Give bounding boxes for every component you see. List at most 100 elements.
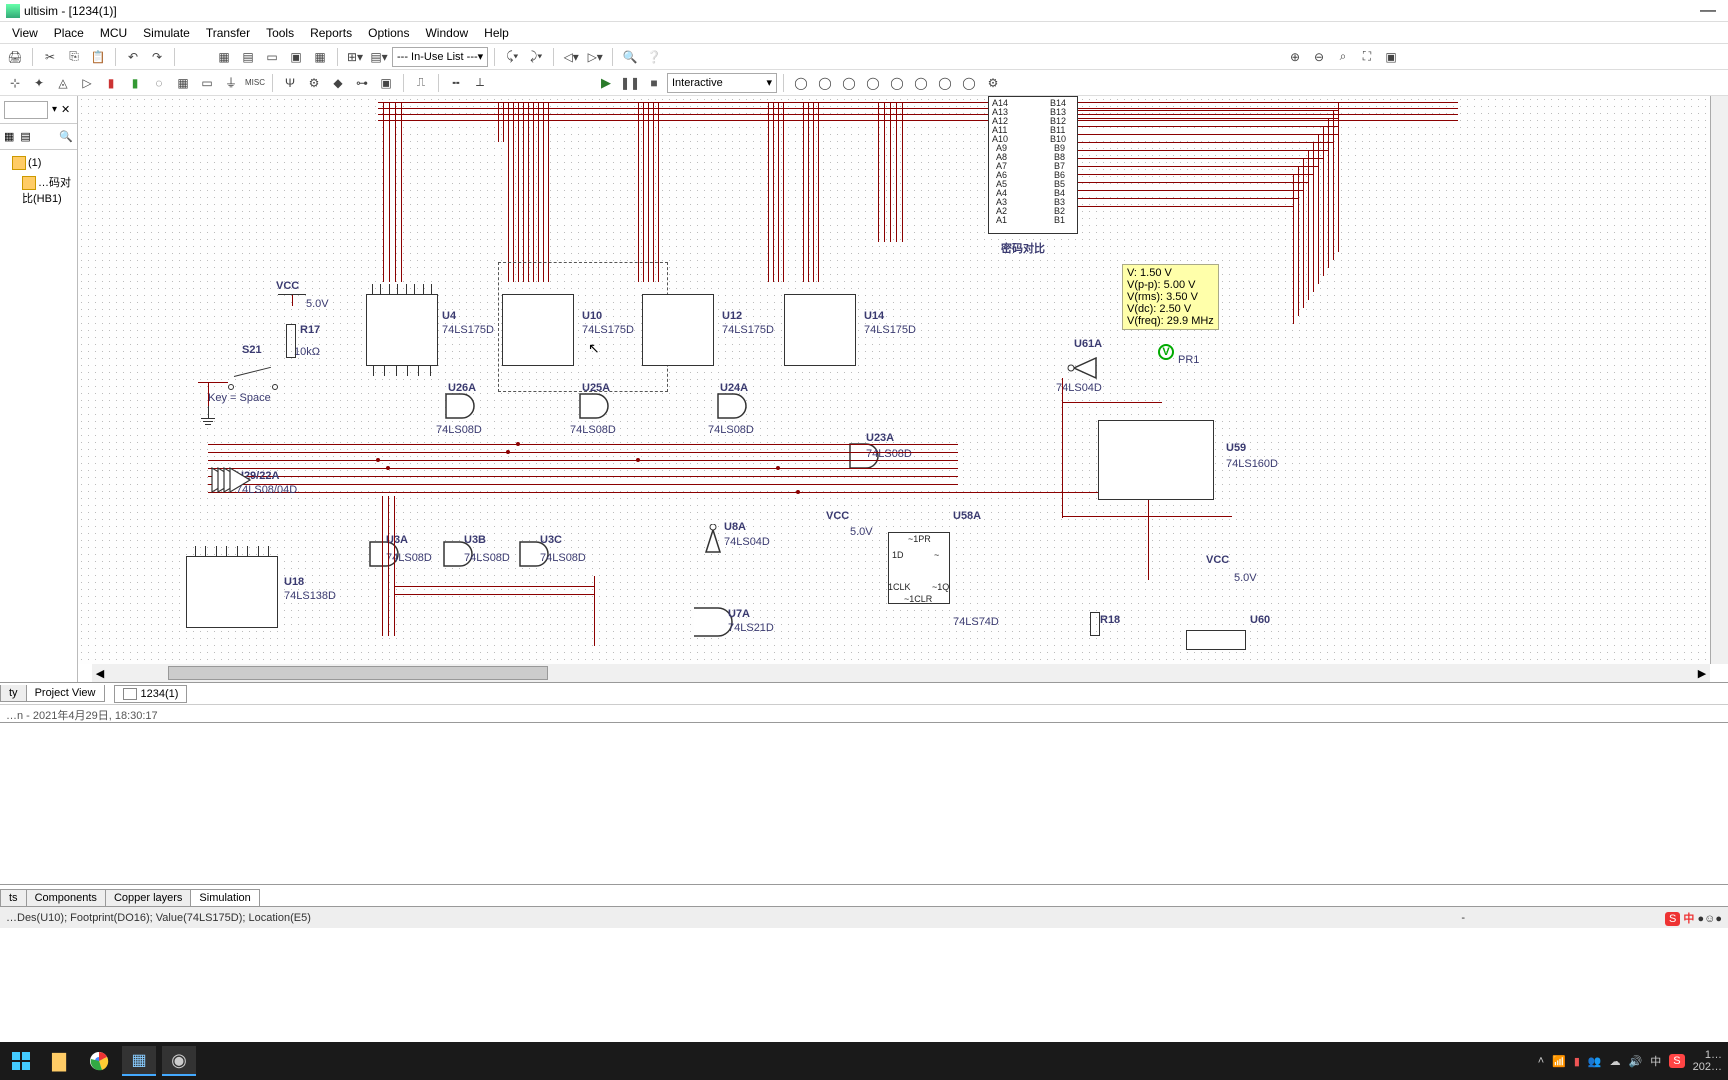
sidebar-combo[interactable] <box>4 101 48 119</box>
place-rf-icon[interactable]: Ψ <box>279 72 301 94</box>
windows-taskbar[interactable]: ▇ ▦ ◉ ˄ 📶 ▮ 👥 ☁ 🔊 中 S 1… 202… <box>0 1042 1728 1080</box>
zoom-out-icon[interactable]: ⊖ <box>1308 46 1330 68</box>
place-misc-icon[interactable]: ◌ <box>148 72 170 94</box>
db-icon[interactable]: ▦ <box>309 46 331 68</box>
place-bus-icon[interactable]: ╍ <box>445 72 467 94</box>
goto-prev-icon[interactable]: ◁▾ <box>560 46 582 68</box>
place-mixed-icon[interactable]: ▦ <box>172 72 194 94</box>
chip-u12[interactable] <box>642 294 714 366</box>
chip-u10[interactable] <box>502 294 574 366</box>
place-pwr-icon[interactable]: ⏚ <box>220 72 242 94</box>
menu-reports[interactable]: Reports <box>302 24 360 42</box>
gate-u24a[interactable] <box>716 392 756 423</box>
place-hierarchy-icon[interactable]: ⎍ <box>410 72 432 94</box>
zoom-area-icon[interactable]: ⌕ <box>1332 46 1354 68</box>
taskbar-chrome[interactable] <box>82 1046 116 1076</box>
ss-tab-d[interactable]: Simulation <box>190 889 259 906</box>
spreadsheet-view[interactable] <box>0 722 1728 884</box>
analysis-2-icon[interactable]: ◯ <box>814 72 836 94</box>
tree-child[interactable]: …码对比(HB1) <box>4 172 73 208</box>
horizontal-scrollbar[interactable]: ◀ ▶ <box>92 664 1710 682</box>
place-mcu-icon[interactable]: ▣ <box>375 72 397 94</box>
tray-rec-icon[interactable]: ▮ <box>1574 1055 1580 1068</box>
analysis-1-icon[interactable]: ◯ <box>790 72 812 94</box>
place-diode-icon[interactable]: ✦ <box>28 72 50 94</box>
analysis-3-icon[interactable]: ◯ <box>838 72 860 94</box>
analysis-8-icon[interactable]: ◯ <box>958 72 980 94</box>
tool-b-icon[interactable]: ⤸▾ <box>525 46 547 68</box>
analysis-5-icon[interactable]: ◯ <box>886 72 908 94</box>
border-icon[interactable]: ▭ <box>261 46 283 68</box>
zoom-in-icon[interactable]: ⊕ <box>1284 46 1306 68</box>
tray-vol-icon[interactable]: 🔊 <box>1629 1055 1643 1068</box>
goto-next-icon[interactable]: ▷▾ <box>584 46 606 68</box>
tray-sogou-icon[interactable]: S <box>1669 1054 1684 1068</box>
help-icon[interactable]: ❔ <box>643 46 665 68</box>
tray-net-icon[interactable]: 📶 <box>1552 1055 1566 1068</box>
analysis-6-icon[interactable]: ◯ <box>910 72 932 94</box>
ime-bar[interactable]: S 中 ●☺● <box>1665 910 1722 926</box>
analysis-4-icon[interactable]: ◯ <box>862 72 884 94</box>
minimize-button[interactable]: ― <box>1694 2 1722 20</box>
place-basic-icon[interactable]: ⊹ <box>4 72 26 94</box>
gate-u8a[interactable] <box>692 524 726 557</box>
ss-tab-a[interactable]: ts <box>0 889 27 906</box>
gate-u61a[interactable] <box>1066 356 1100 383</box>
taskbar-fileexplorer[interactable]: ▇ <box>42 1046 76 1076</box>
add-sheet-icon[interactable]: ⊞▾ <box>344 46 366 68</box>
menu-mcu[interactable]: MCU <box>92 24 135 42</box>
tool-a-icon[interactable]: ⤹▾ <box>501 46 523 68</box>
in-use-list-combo[interactable]: --- In-Use List ---▾ <box>392 47 488 67</box>
tray-cloud-icon[interactable]: ☁ <box>1610 1055 1621 1068</box>
group-icon[interactable]: ▤▾ <box>368 46 390 68</box>
chip-u18[interactable] <box>186 556 278 628</box>
tray-ime-icon[interactable]: 中 <box>1650 1053 1661 1069</box>
sidebar-tab-a[interactable]: ty <box>0 685 27 702</box>
gate-u26a[interactable] <box>444 392 484 423</box>
grid-icon[interactable]: ▤ <box>237 46 259 68</box>
chip-u59[interactable] <box>1098 420 1214 500</box>
close-panel-icon[interactable]: ✕ <box>61 103 70 116</box>
tray-clock[interactable]: 1… 202… <box>1693 1049 1722 1073</box>
chip-u60[interactable] <box>1186 630 1246 650</box>
undo-icon[interactable]: ↶ <box>122 46 144 68</box>
place-conn-icon[interactable]: ⊶ <box>351 72 373 94</box>
tree-root[interactable]: (1) <box>4 154 73 172</box>
print-icon[interactable]: 🖨 <box>4 46 26 68</box>
toolbox-icon-1[interactable]: ▦ <box>4 130 14 143</box>
place-ind-icon[interactable]: ▭ <box>196 72 218 94</box>
settings-icon[interactable]: ⚙ <box>982 72 1004 94</box>
zoom-fit-icon[interactable]: ⛶ <box>1356 46 1378 68</box>
chip-u4[interactable] <box>366 294 438 366</box>
paste-icon[interactable]: 📋 <box>87 46 109 68</box>
menu-options[interactable]: Options <box>360 24 417 42</box>
ss-tab-c[interactable]: Copper layers <box>105 889 191 906</box>
sheet-tab[interactable]: 1234(1) <box>114 685 188 703</box>
inv-array[interactable] <box>208 466 268 499</box>
taskbar-obs[interactable]: ◉ <box>162 1046 196 1076</box>
menu-place[interactable]: Place <box>46 24 92 42</box>
gate-u7a[interactable] <box>690 606 730 641</box>
run-button[interactable]: ▶ <box>595 72 617 94</box>
sheet-icon[interactable]: ▦ <box>213 46 235 68</box>
hierarchy-tree[interactable]: (1) …码对比(HB1) <box>0 150 77 682</box>
toolbox-icon-3[interactable]: 🔍 <box>59 130 73 143</box>
place-junction-icon[interactable]: ⟂ <box>469 72 491 94</box>
ss-tab-b[interactable]: Components <box>26 889 106 906</box>
place-cmos-icon[interactable]: ▮ <box>124 72 146 94</box>
cut-icon[interactable]: ✂ <box>39 46 61 68</box>
chip-u14[interactable] <box>784 294 856 366</box>
fullscreen-icon[interactable]: ▣ <box>1380 46 1402 68</box>
gate-u25a[interactable] <box>578 392 618 423</box>
probe-pr1[interactable]: V <box>1158 344 1174 360</box>
search-icon[interactable]: 🔍 <box>619 46 641 68</box>
tray-people-icon[interactable]: 👥 <box>1588 1055 1602 1068</box>
place-ttl-icon[interactable]: ▮ <box>100 72 122 94</box>
copy-icon[interactable]: ⎘ <box>63 46 85 68</box>
place-electromech-icon[interactable]: ⚙ <box>303 72 325 94</box>
start-button[interactable] <box>6 1046 36 1076</box>
taskbar-multisim[interactable]: ▦ <box>122 1046 156 1076</box>
menu-view[interactable]: View <box>4 24 46 42</box>
place-trans-icon[interactable]: ◬ <box>52 72 74 94</box>
toolbox-icon-2[interactable]: ▤ <box>20 130 30 143</box>
